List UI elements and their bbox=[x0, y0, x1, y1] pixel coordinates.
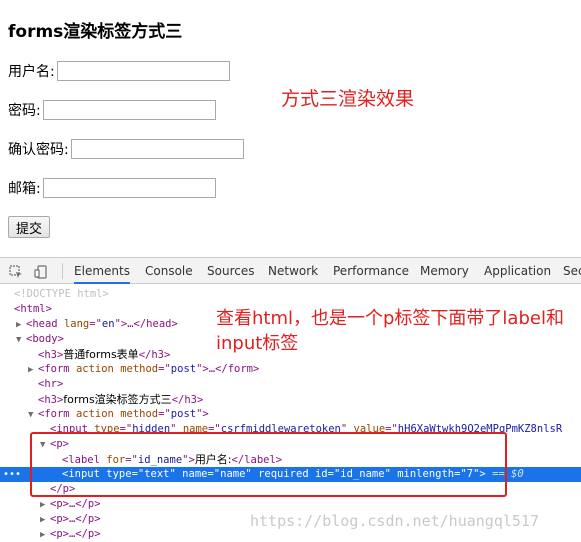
collapse-arrow-icon[interactable]: ▼ bbox=[28, 408, 38, 423]
tree-form-2[interactable]: ▼ <form action method="post"> bbox=[28, 407, 581, 422]
expand-arrow-icon[interactable]: ▶ bbox=[40, 528, 50, 542]
expand-arrow-icon[interactable]: ▶ bbox=[16, 318, 26, 333]
watermark: https://blog.csdn.net/huangql517 bbox=[250, 512, 539, 530]
expand-arrow-icon[interactable]: ▶ bbox=[40, 513, 50, 528]
tree-collapsed-p-1[interactable]: ▶ <p>…</p> bbox=[40, 497, 581, 512]
expand-arrow-icon[interactable]: ▶ bbox=[40, 498, 50, 513]
tree-doctype[interactable]: <!DOCTYPE html> bbox=[14, 287, 581, 302]
tree-h3-method3[interactable]: <h3>forms渲染标签方式三</h3> bbox=[38, 392, 581, 407]
collapse-arrow-icon[interactable]: ▼ bbox=[16, 333, 26, 348]
tree-form-1[interactable]: ▶ <form action method="post">…</form> bbox=[28, 362, 581, 377]
expand-arrow-icon[interactable]: ▶ bbox=[28, 363, 38, 378]
more-options-icon[interactable]: ••• bbox=[3, 467, 21, 482]
highlight-box bbox=[30, 432, 507, 497]
inspect-annotation: 查看html，也是一个p标签下面带了label和input标签 bbox=[216, 308, 564, 354]
tree-hr[interactable]: <hr> bbox=[38, 377, 581, 392]
